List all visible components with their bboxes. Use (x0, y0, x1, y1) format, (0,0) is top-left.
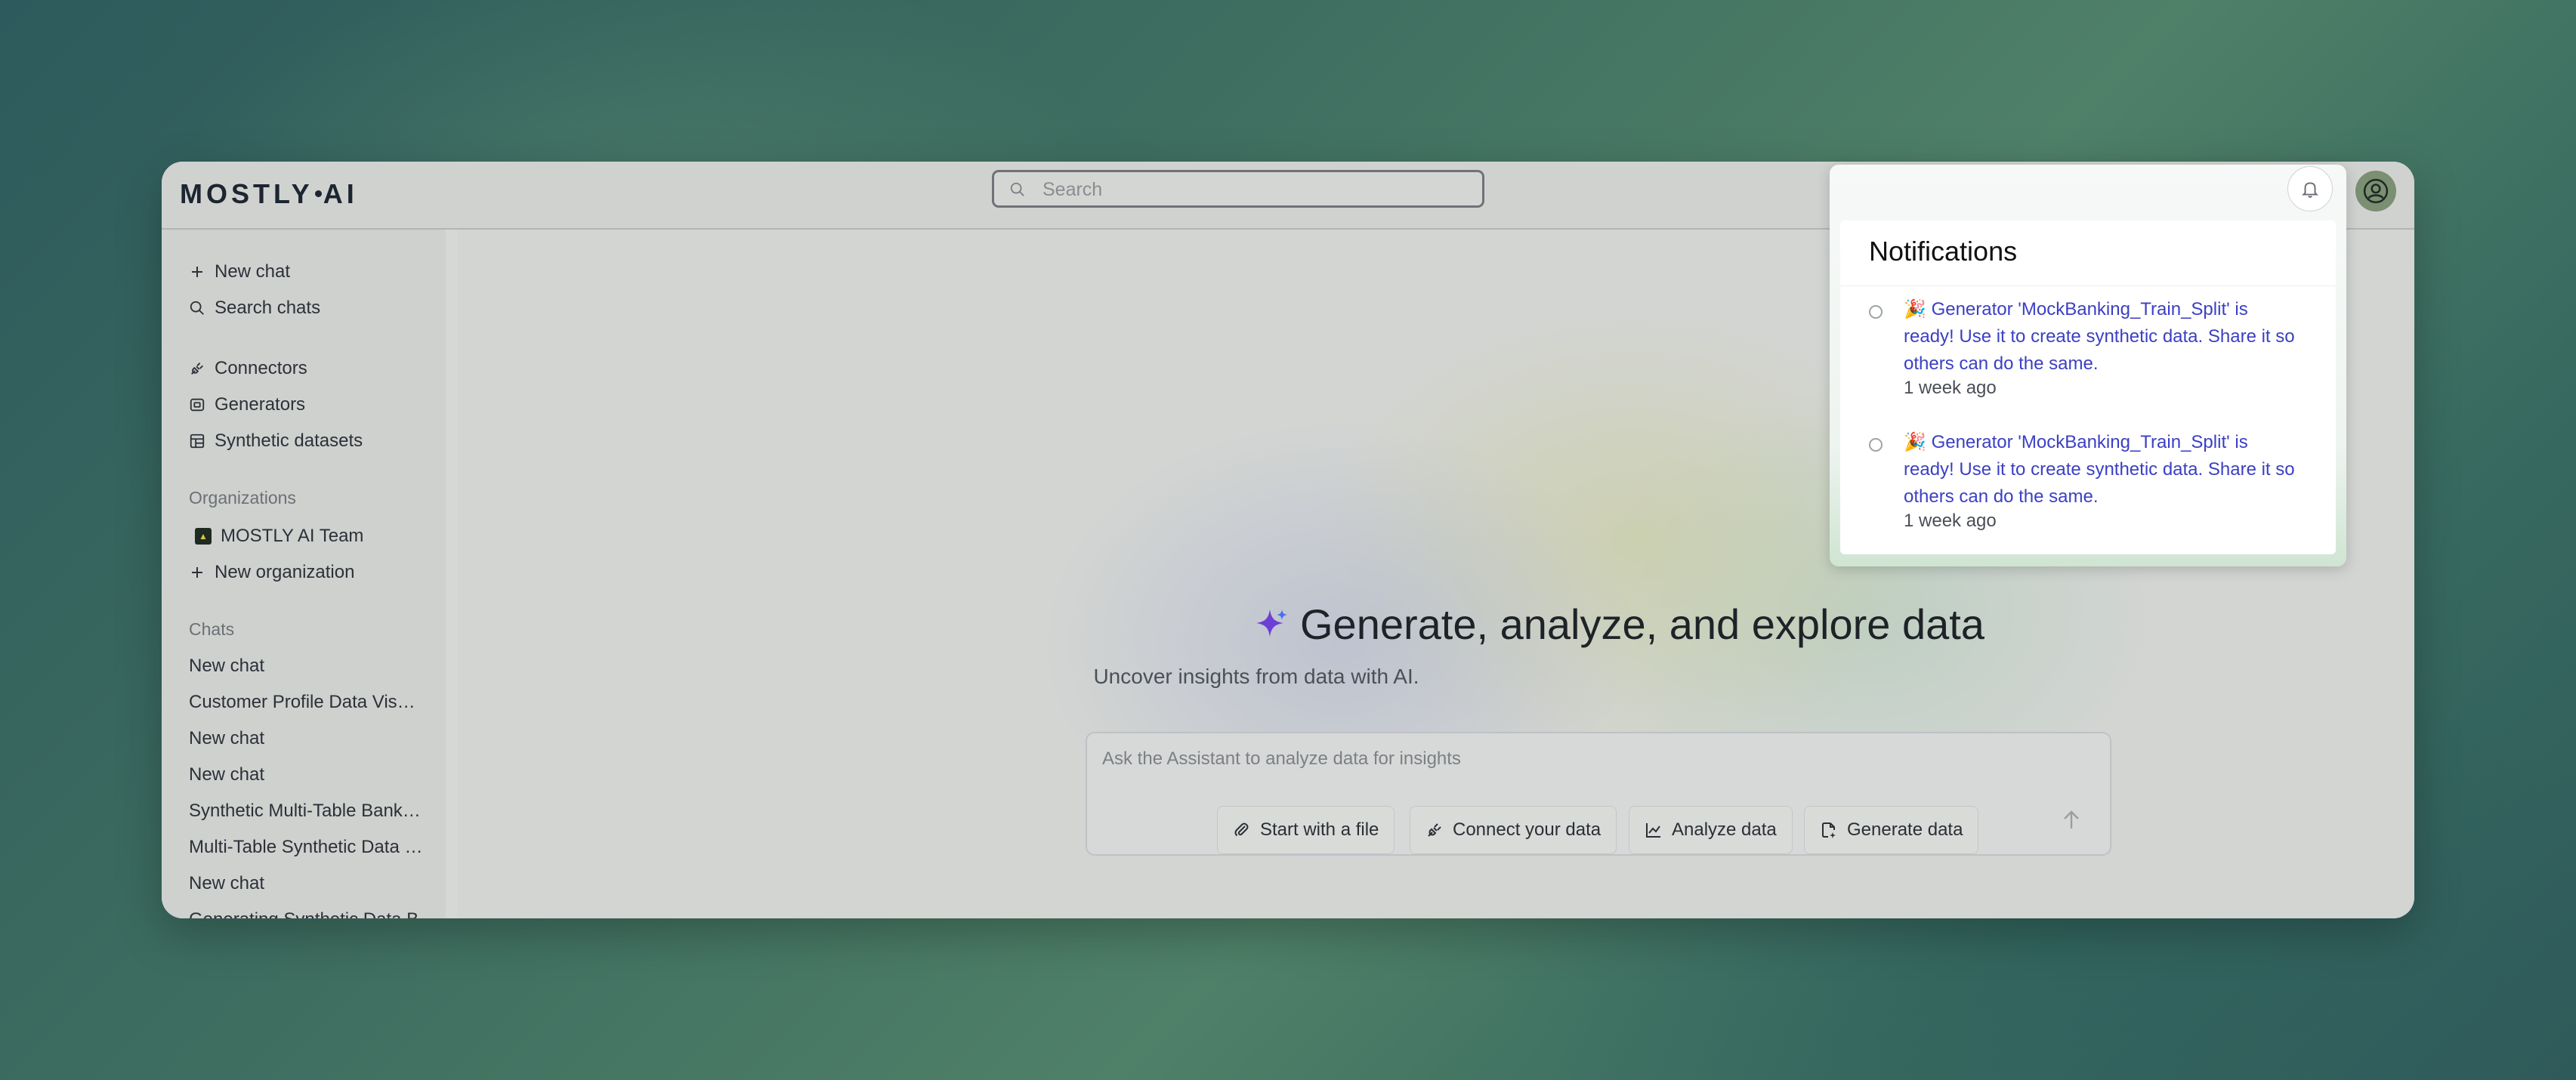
start-with-file-label: Start with a file (1260, 819, 1379, 840)
sidebar: New chat Search chats Connectors Generat… (162, 230, 458, 918)
party-popper-icon: 🎉 (1904, 299, 1926, 319)
logo-text-ai: AI (323, 178, 358, 209)
analyze-data-label: Analyze data (1672, 819, 1777, 840)
plug-icon (1428, 823, 1441, 837)
logo[interactable]: MOSTLY AI (180, 178, 358, 210)
organization-item-mostly-ai-team[interactable]: ▲ MOSTLY AI Team (195, 526, 363, 547)
generate-data-button[interactable]: Generate data (1804, 806, 1979, 854)
notifications-panel: Notifications 🎉 Generator 'MockBanking_T… (1830, 165, 2346, 566)
search-input[interactable] (1041, 172, 1467, 207)
user-avatar[interactable] (2355, 171, 2396, 211)
generate-data-label: Generate data (1847, 819, 1963, 840)
divider (1840, 285, 2336, 286)
sidebar-search-chats-label: Search chats (215, 298, 321, 318)
notifications-bell-button[interactable] (2287, 166, 2333, 211)
notification-timestamp: 1 week ago (1904, 511, 1997, 531)
generator-icon (190, 398, 205, 412)
sidebar-new-chat[interactable]: New chat (189, 261, 290, 282)
new-organization-label: New organization (215, 562, 355, 582)
logo-text-mostly: MOSTLY (180, 178, 314, 209)
assistant-prompt-input[interactable] (1101, 747, 2010, 795)
logo-dot (314, 190, 322, 197)
notifications-title: Notifications (1869, 236, 2018, 267)
sidebar-item-synthetic-datasets[interactable]: Synthetic datasets (189, 430, 363, 452)
table-icon (190, 434, 205, 449)
file-generate-icon (1822, 822, 1836, 838)
chat-list-item[interactable]: Multi-Table Synthetic Data Generation (189, 837, 423, 858)
chat-list-item[interactable]: New chat (189, 764, 423, 785)
search-icon (1010, 182, 1024, 196)
page-subtitle: Uncover insights from data with AI. (1093, 665, 1419, 688)
sidebar-item-label: Synthetic datasets (215, 430, 363, 451)
notification-message[interactable]: 🎉 Generator 'MockBanking_Train_Split' is… (1904, 296, 2296, 378)
sidebar-search-chats[interactable]: Search chats (189, 298, 320, 319)
sparkle-icon (1256, 609, 1287, 637)
sidebar-item-connectors[interactable]: Connectors (189, 358, 307, 379)
notification-timestamp: 1 week ago (1904, 378, 1997, 398)
send-arrow-icon[interactable] (2060, 809, 2083, 832)
new-organization-button[interactable]: New organization (189, 562, 354, 583)
search-icon (190, 301, 204, 315)
notifications-card: Notifications 🎉 Generator 'MockBanking_T… (1840, 221, 2336, 554)
connect-your-data-button[interactable]: Connect your data (1410, 806, 1617, 854)
page-headline: Generate, analyze, and explore data (1253, 600, 1985, 649)
chats-heading: Chats (189, 619, 235, 639)
chat-list-item[interactable]: Customer Profile Data Visualization (189, 692, 423, 713)
sidebar-item-label: Generators (215, 394, 306, 415)
notification-text: Generator 'MockBanking_Train_Split' is r… (1904, 432, 2295, 507)
user-icon (2363, 178, 2389, 204)
org-logo-icon: ▲ (195, 528, 212, 545)
party-popper-icon: 🎉 (1904, 432, 1926, 452)
sidebar-item-label: Connectors (215, 358, 307, 378)
connect-your-data-label: Connect your data (1453, 819, 1602, 840)
chart-icon (1646, 823, 1660, 838)
chat-list-item[interactable]: New chat (189, 873, 423, 894)
plus-icon (192, 267, 202, 277)
notification-text: Generator 'MockBanking_Train_Split' is r… (1904, 299, 2295, 374)
start-with-file-button[interactable]: Start with a file (1217, 806, 1395, 854)
chat-list-item[interactable]: New chat (189, 656, 423, 677)
plus-icon (192, 567, 202, 578)
notification-message[interactable]: 🎉 Generator 'MockBanking_Train_Split' is… (1904, 429, 2296, 511)
page-title: Generate, analyze, and explore data (1300, 600, 1985, 648)
bell-icon (2301, 182, 2319, 198)
organization-label: MOSTLY AI Team (221, 526, 364, 546)
chat-list-item[interactable]: Synthetic Multi-Table Banking (189, 801, 423, 822)
plug-icon (191, 363, 203, 375)
search-bar[interactable] (992, 170, 1484, 208)
sidebar-new-chat-label: New chat (215, 261, 291, 282)
unread-indicator[interactable] (1869, 438, 1883, 452)
organizations-heading: Organizations (189, 488, 296, 508)
sidebar-item-generators[interactable]: Generators (189, 394, 305, 415)
chat-list-item[interactable]: Generating Synthetic Data B (189, 909, 423, 918)
paperclip-icon (1234, 822, 1249, 837)
unread-indicator[interactable] (1869, 305, 1883, 319)
chat-list-item[interactable]: New chat (189, 728, 423, 749)
analyze-data-button[interactable]: Analyze data (1629, 806, 1793, 854)
